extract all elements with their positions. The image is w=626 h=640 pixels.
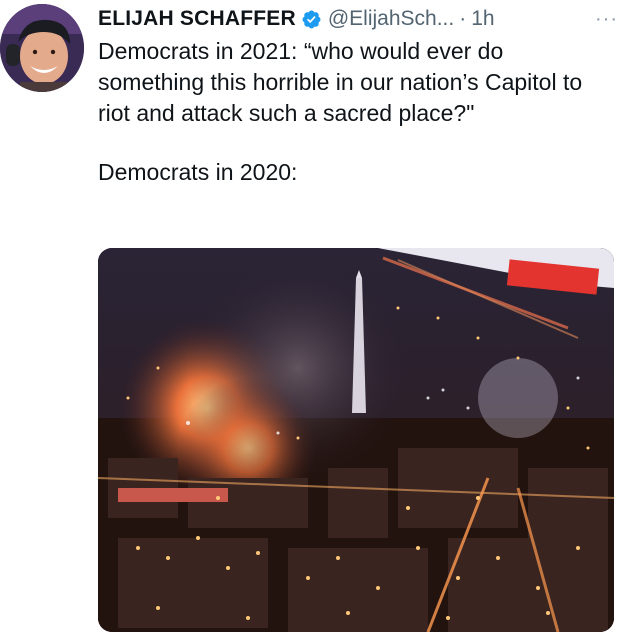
tweet-text-line1: Democrats in 2021: “who would ever do so… (98, 38, 583, 126)
avatar[interactable] (0, 4, 84, 92)
more-options-icon[interactable]: ··· (595, 6, 618, 32)
tweet-media[interactable] (98, 248, 614, 632)
avatar-photo (0, 4, 84, 92)
author-name[interactable]: ELIJAH SCHAFFER (98, 6, 296, 32)
timestamp[interactable]: 1h (471, 6, 494, 32)
night-city-photo (98, 248, 614, 632)
tweet-text: Democrats in 2021: “who would ever do so… (98, 36, 613, 188)
author-handle[interactable]: @ElijahSch... (328, 6, 454, 32)
separator-dot: · (459, 7, 467, 30)
tweet-header: ELIJAH SCHAFFER @ElijahSch... · 1h ··· (98, 6, 618, 32)
verified-badge-icon (302, 10, 321, 28)
tweet-text-line2: Democrats in 2020: (98, 159, 298, 185)
